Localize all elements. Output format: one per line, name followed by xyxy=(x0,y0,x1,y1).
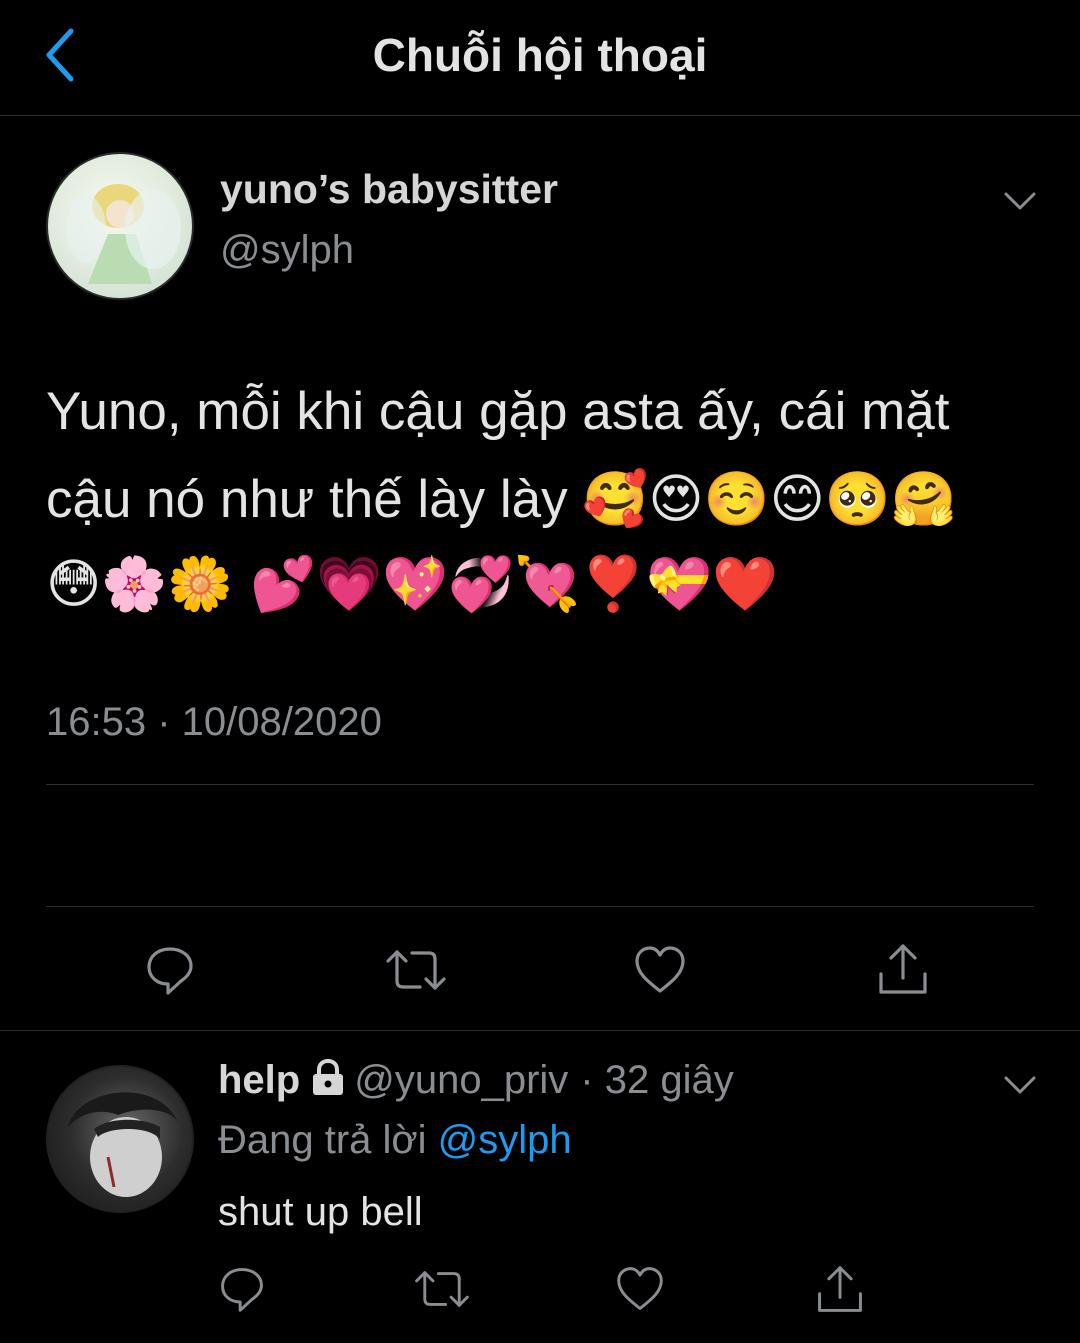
reply-avatar[interactable] xyxy=(46,1065,194,1213)
reply-retweet-button[interactable] xyxy=(410,1262,474,1316)
reply-author-name[interactable]: help xyxy=(218,1058,300,1102)
share-icon xyxy=(879,944,927,994)
page-title: Chuỗi hội thoại xyxy=(372,29,708,81)
reply-share-button[interactable] xyxy=(812,1262,868,1318)
top-bar: Chuỗi hội thoại xyxy=(0,0,1080,116)
reply-reply-button[interactable] xyxy=(214,1262,270,1316)
reply-author-handle[interactable]: @yuno_priv xyxy=(354,1058,568,1102)
reply-avatar-art xyxy=(68,1092,178,1197)
divider xyxy=(46,906,1034,907)
reply-header: help @yuno_priv · 32 giây xyxy=(218,1058,734,1107)
like-icon xyxy=(617,1267,663,1310)
reply-icon xyxy=(147,947,193,995)
avatar-art xyxy=(66,184,181,284)
reply-text: shut up bell xyxy=(218,1190,423,1234)
section-divider xyxy=(0,1030,1080,1031)
reply-time: · 32 giây xyxy=(580,1058,734,1102)
replying-prefix: Đang trả lời xyxy=(218,1118,427,1162)
retweet-icon xyxy=(386,950,446,990)
tweet-timestamp[interactable]: 16:53 · 10/08/2020 xyxy=(46,700,382,745)
reply-like-button[interactable] xyxy=(612,1262,668,1316)
reply-button[interactable] xyxy=(140,940,200,1000)
reply-more-options-button[interactable] xyxy=(1000,1070,1040,1100)
divider xyxy=(46,784,1034,785)
conversation-page: Chuỗi hội thoại yuno’s babysitter @sylph… xyxy=(0,0,1080,1343)
like-icon xyxy=(635,946,685,993)
reply-icon xyxy=(221,1268,263,1312)
like-button[interactable] xyxy=(630,940,690,1000)
replying-to: Đang trả lời @sylph xyxy=(218,1118,572,1163)
author-handle[interactable]: @sylph xyxy=(220,228,354,273)
share-icon xyxy=(818,1266,862,1312)
chevron-down-icon xyxy=(1004,1076,1036,1094)
tweet-emoji-line: 😳🌸🌼 💕💗💖💞💘❣️💝❤️ xyxy=(46,554,779,615)
chevron-down-icon xyxy=(1004,192,1036,210)
tweet-text: Yuno, mỗi khi cậu gặp asta ấy, cái mặt c… xyxy=(46,382,957,529)
avatar[interactable] xyxy=(46,152,194,300)
retweet-icon xyxy=(415,1271,469,1307)
more-options-button[interactable] xyxy=(1000,186,1040,216)
replying-mention[interactable]: @sylph xyxy=(438,1118,572,1162)
author-name[interactable]: yuno’s babysitter xyxy=(220,166,558,213)
share-button[interactable] xyxy=(873,940,933,1000)
retweet-button[interactable] xyxy=(383,940,449,1000)
lock-icon xyxy=(310,1058,346,1107)
